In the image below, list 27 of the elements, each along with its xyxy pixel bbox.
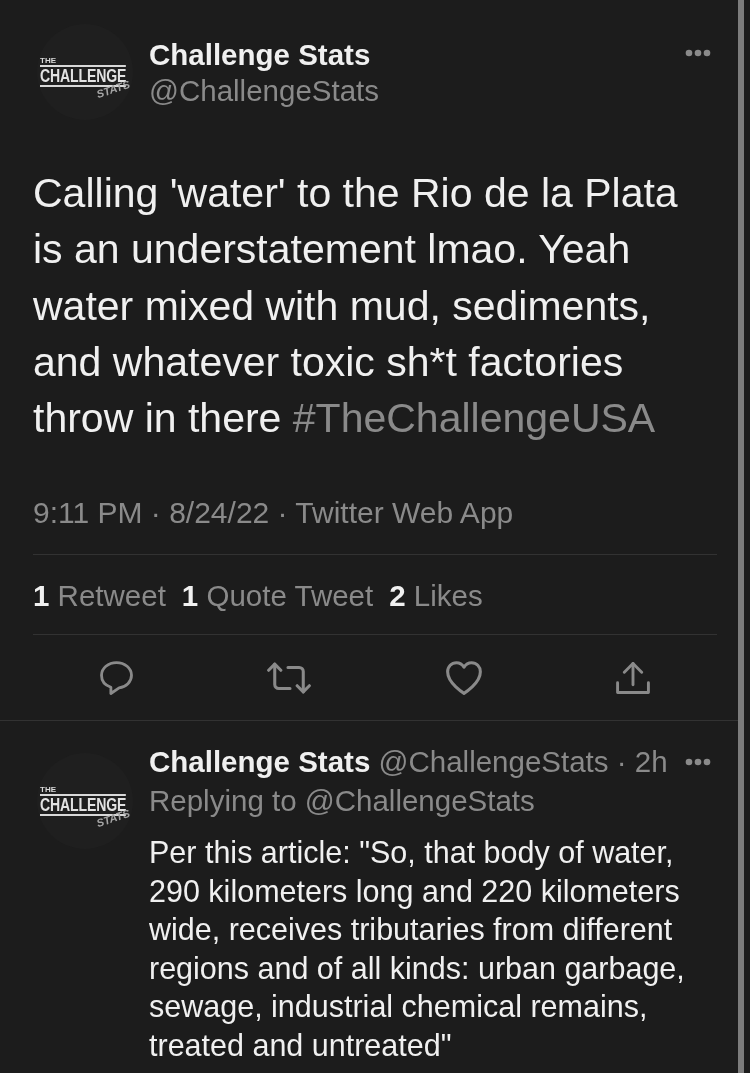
speech-bubble-icon bbox=[100, 661, 134, 695]
tweet-timestamp: 9:11 PM · 8/24/22 · Twitter Web App bbox=[33, 495, 515, 532]
author-handle[interactable]: @ChallengeStats bbox=[149, 73, 380, 109]
tweet-text: Calling 'water' to the Rio de la Plata is an understatement lmao. Yeah water mixed with mud, sediments, and whatever toxic sh*t factories throw in there #TheChallengeUSA bbox=[33, 169, 679, 444]
more-button[interactable] bbox=[685, 758, 711, 766]
stat-link[interactable]: 2 Likes bbox=[389, 578, 483, 615]
heart-icon bbox=[445, 661, 482, 695]
replying-to-text: Replying to @ChallengeStats bbox=[149, 783, 536, 820]
hashtag-link[interactable]: #TheChallengeUSA bbox=[292, 395, 656, 442]
scrollbar[interactable] bbox=[738, 0, 744, 1073]
stat-link[interactable]: 1 Quote Tweet bbox=[181, 578, 374, 615]
author-name[interactable]: Challenge Stats bbox=[149, 37, 371, 73]
ellipsis-icon bbox=[685, 49, 711, 57]
more-button[interactable] bbox=[685, 49, 711, 57]
like-button[interactable] bbox=[445, 661, 482, 695]
logo-small-text: THE bbox=[40, 786, 56, 795]
logo-small-text: THE bbox=[40, 57, 56, 65]
author-handle[interactable]: @ChallengeStats · 2h bbox=[378, 745, 668, 779]
retweet-icon bbox=[267, 662, 312, 694]
reply-button[interactable] bbox=[100, 661, 134, 695]
retweet-button[interactable] bbox=[267, 662, 312, 694]
share-icon bbox=[615, 662, 650, 694]
reply-text: Per this article: "So, that body of water, 290 kilometers long and 220 kilometers wide, receives tributaries from different regions and of all kinds: urban garbage, sewage, industrial chemical remains, treated and untreated" bbox=[149, 834, 686, 1064]
author-name[interactable]: Challenge Stats bbox=[149, 745, 371, 779]
ellipsis-icon bbox=[685, 758, 711, 766]
share-button[interactable] bbox=[615, 662, 650, 694]
stat-link[interactable]: 1 Retweet bbox=[33, 578, 166, 615]
